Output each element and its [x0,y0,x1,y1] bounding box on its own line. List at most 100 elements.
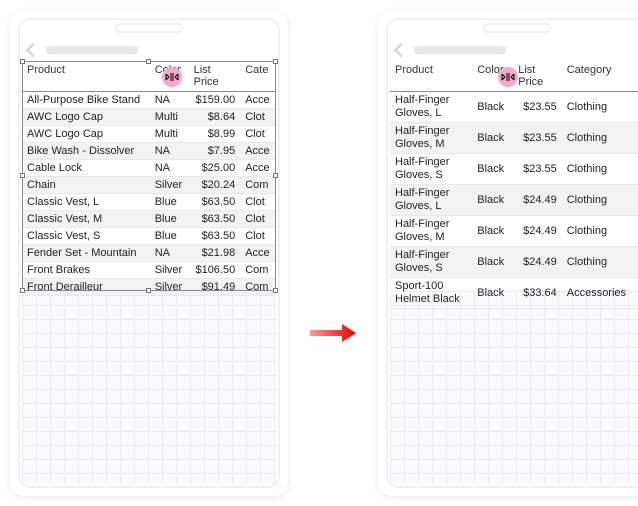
table-row[interactable]: All-Purpose Bike StandNA$159.00Acce [22,92,276,109]
table-row[interactable]: Half-Finger Gloves, LBlack$23.55Clothing [390,92,638,123]
back-icon[interactable] [394,43,408,57]
table-row[interactable]: Sport-100 Helmet BlackBlack$33.64Accesso… [390,278,638,309]
cell-category: Acce [240,143,276,160]
cell-price: $106.50 [189,262,241,279]
cell-price: $24.49 [513,216,562,247]
cell-color: Black [472,123,513,154]
cell-product: Sport-100 Helmet Black [390,278,472,309]
cell-category: Com [240,262,276,279]
cell-color: Blue [150,194,189,211]
col-product[interactable]: Product [390,61,472,92]
cell-price: $63.50 [189,228,241,245]
cell-product: Front Brakes [22,262,150,279]
cell-price: $7.95 [189,143,241,160]
table-row[interactable]: Half-Finger Gloves, SBlack$23.55Clothing [390,154,638,185]
cell-category: Clothing [562,154,638,185]
phone-right: ✕ Product Color List Price Category Half… [386,18,638,488]
cell-category: Accessories [562,278,638,309]
product-table-right[interactable]: Product Color List Price Category Half-F… [390,61,638,309]
cell-color: Silver [150,279,189,296]
cell-color: Black [472,278,513,309]
cell-color: NA [150,160,189,177]
table-row[interactable]: Half-Finger Gloves, SBlack$24.49Clothing [390,247,638,278]
table-row[interactable]: Classic Vest, SBlue$63.50Clot [22,228,276,245]
table-row[interactable]: Cable LockNA$25.00Acce [22,160,276,177]
canvas-grid [390,291,638,484]
cell-category: Acce [240,245,276,262]
table-area-right[interactable]: ✕ Product Color List Price Category Half… [390,61,638,291]
cell-color: Black [472,247,513,278]
canvas-grid [22,291,276,484]
cell-color: Blue [150,228,189,245]
title-placeholder [46,46,138,54]
cell-color: Multi [150,126,189,143]
cell-category: Clothing [562,185,638,216]
table-row[interactable]: Front BrakesSilver$106.50Com [22,262,276,279]
col-price[interactable]: List Price [513,61,562,92]
right-frame: ✕ Product Color List Price Category Half… [378,10,638,496]
cell-category: Clot [240,228,276,245]
cell-category: Clot [240,126,276,143]
cell-category: Com [240,177,276,194]
table-row[interactable]: Front DerailleurSilver$91.49Com [22,279,276,296]
cell-product: All-Purpose Bike Stand [22,92,150,109]
table-row[interactable]: Classic Vest, LBlue$63.50Clot [22,194,276,211]
cell-color: NA [150,143,189,160]
cell-product: AWC Logo Cap [22,109,150,126]
cell-category: Clot [240,194,276,211]
cell-category: Clothing [562,92,638,123]
cell-price: $63.50 [189,211,241,228]
cell-product: Half-Finger Gloves, S [390,247,472,278]
left-frame: ✕ Product Color List Price Cate All-Purp… [10,10,288,496]
table-row[interactable]: Classic Vest, MBlue$63.50Clot [22,211,276,228]
cell-category: Acce [240,160,276,177]
cell-price: $24.49 [513,247,562,278]
cell-color: Black [472,92,513,123]
cell-price: $21.98 [189,245,241,262]
table-row[interactable]: Fender Set - MountainNA$21.98Acce [22,245,276,262]
phone-left: ✕ Product Color List Price Cate All-Purp… [18,18,280,488]
back-icon[interactable] [26,43,40,57]
col-price[interactable]: List Price [189,61,241,92]
cell-product: Chain [22,177,150,194]
cell-product: Half-Finger Gloves, S [390,154,472,185]
table-row[interactable]: Half-Finger Gloves, MBlack$24.49Clothing [390,216,638,247]
cell-color: NA [150,92,189,109]
cell-color: Blue [150,211,189,228]
table-row[interactable]: Bike Wash - DissolverNA$7.95Acce [22,143,276,160]
table-row[interactable]: Half-Finger Gloves, MBlack$23.55Clothing [390,123,638,154]
cell-category: Clot [240,109,276,126]
cell-category: Clothing [562,247,638,278]
table-row[interactable]: AWC Logo CapMulti$8.99Clot [22,126,276,143]
cell-product: AWC Logo Cap [22,126,150,143]
cell-color: Silver [150,262,189,279]
cell-color: NA [150,245,189,262]
notch [483,23,551,33]
col-category[interactable]: Cate [240,61,276,92]
cell-category: Com [240,279,276,296]
cell-product: Half-Finger Gloves, L [390,92,472,123]
cell-color: Black [472,154,513,185]
cell-product: Half-Finger Gloves, L [390,185,472,216]
cell-product: Fender Set - Mountain [22,245,150,262]
cell-product: Bike Wash - Dissolver [22,143,150,160]
cell-price: $159.00 [189,92,241,109]
cell-price: $23.55 [513,154,562,185]
cell-category: Clothing [562,123,638,154]
col-product[interactable]: Product [22,61,150,92]
column-resize-icon[interactable] [498,67,518,87]
arrow-icon [308,321,358,345]
cell-product: Front Derailleur [22,279,150,296]
product-table-left[interactable]: Product Color List Price Cate All-Purpos… [22,61,276,296]
table-row[interactable]: Half-Finger Gloves, LBlack$24.49Clothing [390,185,638,216]
column-resize-icon[interactable] [162,67,182,87]
cell-product: Half-Finger Gloves, M [390,216,472,247]
cell-category: Clothing [562,216,638,247]
table-area-left[interactable]: ✕ Product Color List Price Cate All-Purp… [22,61,276,291]
col-category[interactable]: Category [562,61,638,92]
table-row[interactable]: ChainSilver$20.24Com [22,177,276,194]
title-placeholder [414,46,506,54]
cell-color: Black [472,185,513,216]
cell-color: Silver [150,177,189,194]
table-row[interactable]: AWC Logo CapMulti$8.64Clot [22,109,276,126]
